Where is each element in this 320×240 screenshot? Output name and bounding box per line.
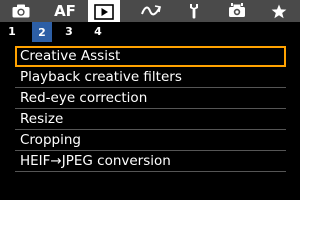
camera-menu-screen: AF 1 2 3 4 Creative Assist Playback crea… bbox=[0, 0, 300, 200]
tab-custom-functions[interactable] bbox=[222, 0, 252, 22]
tab-shooting[interactable] bbox=[4, 0, 38, 22]
tab-wireless[interactable] bbox=[136, 0, 166, 22]
tab-af[interactable]: AF bbox=[50, 0, 80, 22]
menu-item-creative-assist[interactable]: Creative Assist bbox=[15, 46, 286, 67]
page-tab-2[interactable]: 2 bbox=[32, 22, 52, 42]
menu-item-cropping[interactable]: Cropping bbox=[15, 130, 286, 151]
tab-playback[interactable] bbox=[88, 0, 120, 24]
tab-af-label: AF bbox=[54, 2, 76, 20]
tab-my-menu[interactable] bbox=[266, 0, 292, 22]
page-tab-1[interactable]: 1 bbox=[2, 22, 22, 41]
page-tab-4[interactable]: 4 bbox=[88, 22, 108, 41]
tab-setup[interactable] bbox=[180, 0, 208, 22]
menu-item-heif-jpeg-conversion[interactable]: HEIF→JPEG conversion bbox=[15, 151, 286, 172]
wrench-icon bbox=[187, 3, 201, 19]
playback-icon bbox=[94, 4, 114, 20]
wireless-icon bbox=[141, 4, 161, 18]
star-icon bbox=[271, 4, 287, 19]
custom-functions-camera-icon bbox=[228, 3, 246, 19]
menu-item-resize[interactable]: Resize bbox=[15, 109, 286, 130]
camera-icon bbox=[12, 4, 30, 18]
menu-item-red-eye-correction[interactable]: Red-eye correction bbox=[15, 88, 286, 109]
menu-list: Creative Assist Playback creative filter… bbox=[15, 46, 286, 172]
page-tab-3[interactable]: 3 bbox=[59, 22, 79, 41]
menu-item-playback-creative-filters[interactable]: Playback creative filters bbox=[15, 67, 286, 88]
